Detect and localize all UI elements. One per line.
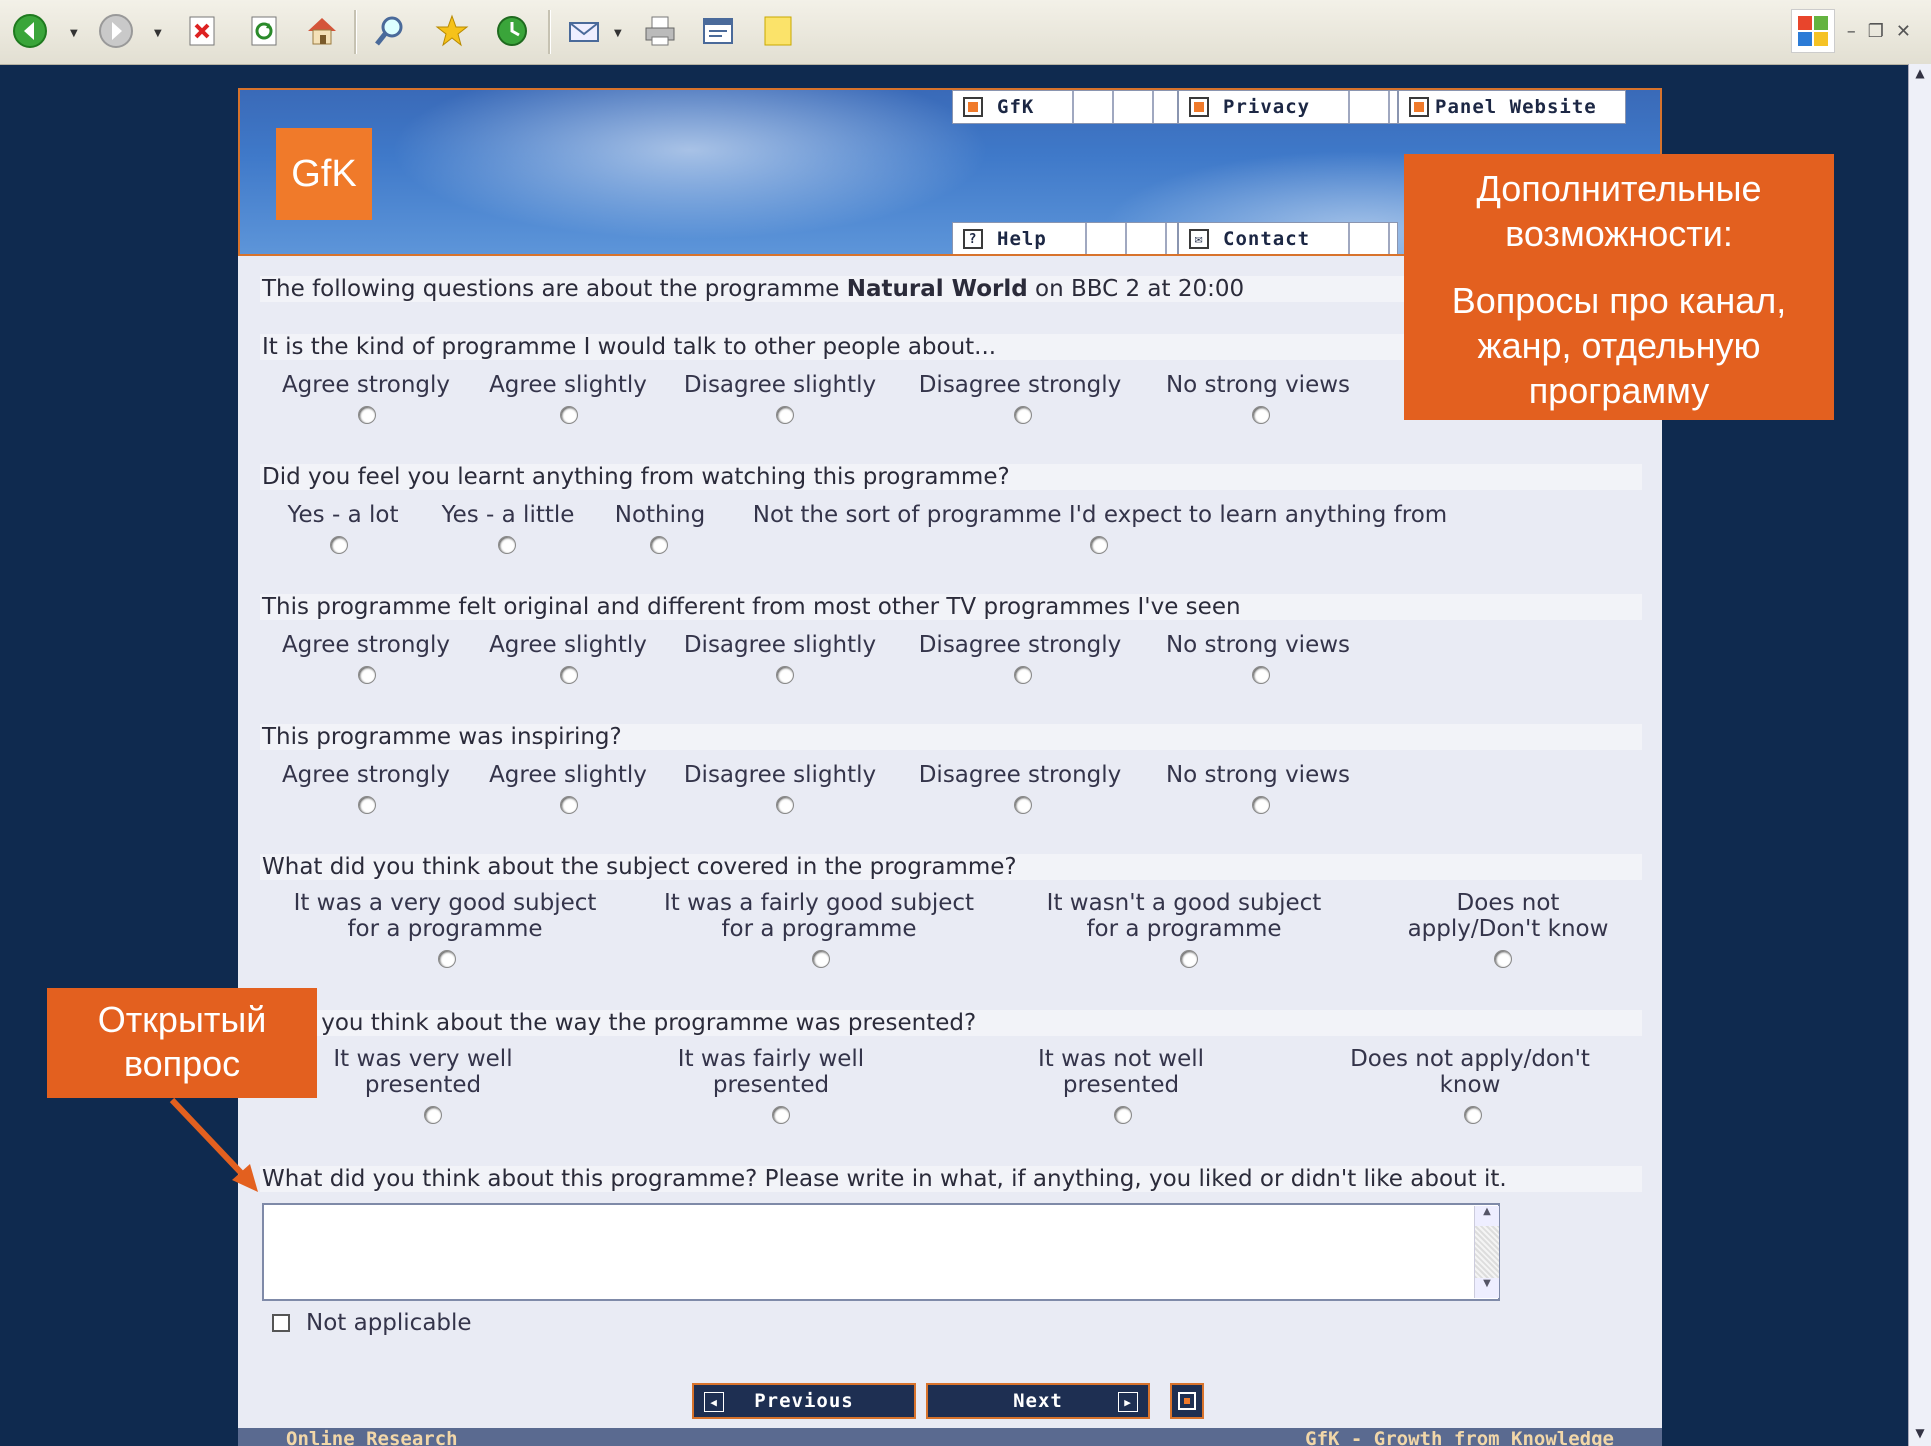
callout-arrow — [169, 1097, 258, 1192]
